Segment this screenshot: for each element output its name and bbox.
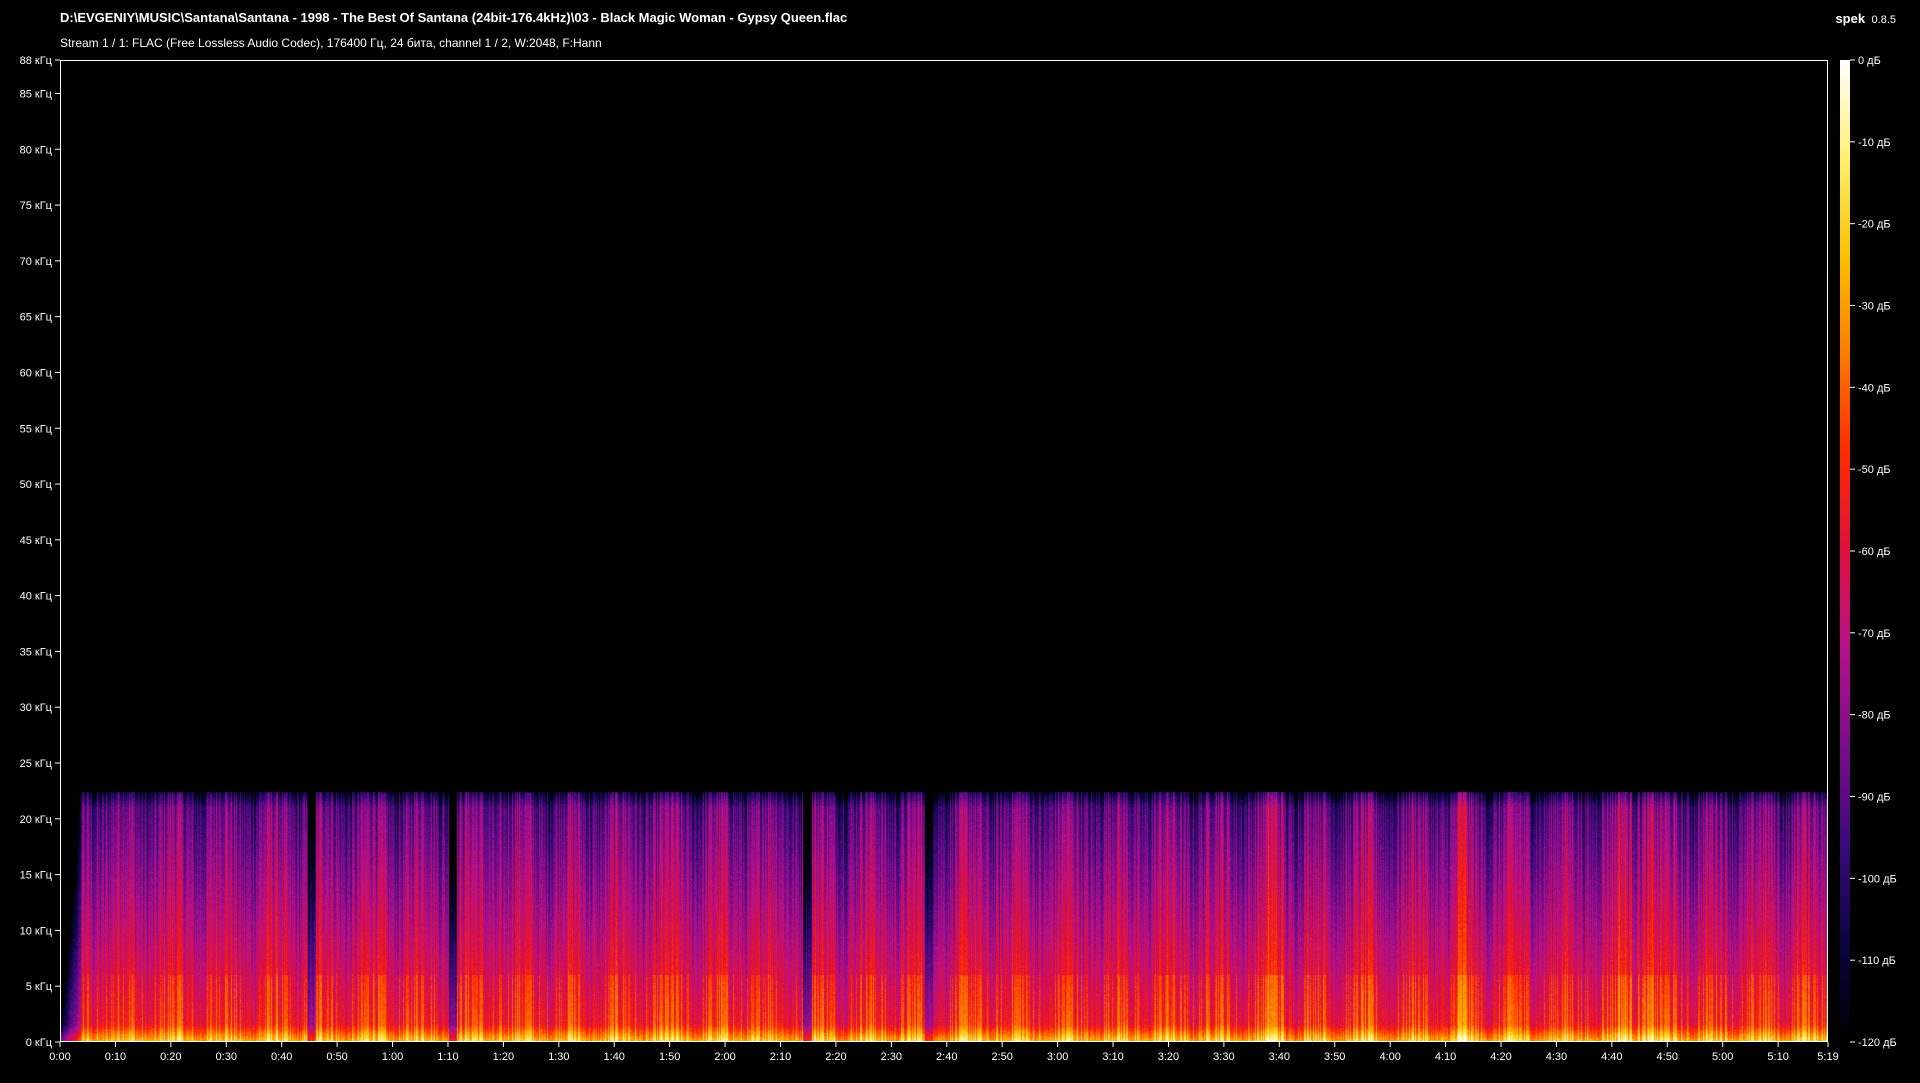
db-tick-label: 0 дБ xyxy=(1858,55,1881,67)
time-tick-label: 0:00 xyxy=(49,1051,70,1063)
frequency-tick-label: 70 кГц xyxy=(20,256,53,268)
db-tick-label: -30 дБ xyxy=(1858,301,1891,313)
frequency-tick-label: 50 кГц xyxy=(20,479,53,491)
stream-info: Stream 1 / 1: FLAC (Free Lossless Audio … xyxy=(60,36,602,50)
frequency-tick-label: 65 кГц xyxy=(20,312,53,324)
time-tick-label: 1:30 xyxy=(548,1051,569,1063)
frequency-tick-label: 80 кГц xyxy=(20,144,53,156)
app-version: 0.8.5 xyxy=(1871,14,1896,26)
time-tick-label: 5:10 xyxy=(1767,1051,1788,1063)
db-tick-label: -40 дБ xyxy=(1858,382,1891,394)
frequency-axis: 0 кГц 5 кГц 10 кГц 15 кГц 20 кГц 25 кГц 30 кГц… xyxy=(20,55,60,1049)
time-tick-label: 2:50 xyxy=(991,1051,1012,1063)
file-path-title: D:\EVGENIY\MUSIC\Santana\Santana - 1998 … xyxy=(60,10,848,25)
spek-window: D:\EVGENIY\MUSIC\Santana\Santana - 1998 … xyxy=(0,0,1920,1083)
time-tick-label: 3:30 xyxy=(1213,1051,1234,1063)
time-tick-label: 2:30 xyxy=(881,1051,902,1063)
db-tick-label: -100 дБ xyxy=(1858,873,1897,885)
frequency-tick-label: 35 кГц xyxy=(20,646,53,658)
frequency-tick-label: 40 кГц xyxy=(20,591,53,603)
app-name: spek xyxy=(1835,11,1866,26)
db-colorbar: 0 дБ -10 дБ -20 дБ -30 дБ -40 дБ -50 дБ -60 дБ… xyxy=(1840,55,1897,1049)
db-tick-label: -60 дБ xyxy=(1858,546,1891,558)
frequency-tick-label: 55 кГц xyxy=(20,423,53,435)
db-tick-label: -50 дБ xyxy=(1858,464,1891,476)
time-tick-label: 4:20 xyxy=(1490,1051,1511,1063)
time-tick-label: 4:50 xyxy=(1657,1051,1678,1063)
time-tick-label: 5:19 xyxy=(1817,1051,1838,1063)
db-tick-label: -70 дБ xyxy=(1858,628,1891,640)
time-tick-label: 0:30 xyxy=(216,1051,237,1063)
db-tick-label: -80 дБ xyxy=(1858,710,1891,722)
db-tick-label: -90 дБ xyxy=(1858,792,1891,804)
frequency-tick-label: 0 кГц xyxy=(26,1037,53,1049)
time-tick-label: 1:50 xyxy=(659,1051,680,1063)
frequency-tick-label: 5 кГц xyxy=(26,981,53,993)
frequency-tick-label: 75 кГц xyxy=(20,200,53,212)
time-tick-label: 4:10 xyxy=(1435,1051,1456,1063)
frequency-tick-label: 85 кГц xyxy=(20,88,53,100)
frequency-tick-label: 20 кГц xyxy=(20,814,53,826)
time-tick-label: 2:40 xyxy=(936,1051,957,1063)
spectrogram-canvas xyxy=(61,61,1827,1041)
time-tick-label: 0:50 xyxy=(326,1051,347,1063)
db-tick-label: -110 дБ xyxy=(1858,955,1896,967)
db-colorbar-gradient xyxy=(1840,60,1850,1042)
time-tick-label: 3:50 xyxy=(1324,1051,1345,1063)
frequency-tick-label: 10 кГц xyxy=(20,925,53,937)
time-tick-label: 4:00 xyxy=(1379,1051,1400,1063)
frequency-tick-label: 60 кГц xyxy=(20,367,53,379)
frequency-tick-label: 25 кГц xyxy=(20,758,53,770)
time-tick-label: 2:00 xyxy=(714,1051,735,1063)
time-tick-label: 2:20 xyxy=(825,1051,846,1063)
time-tick-label: 1:10 xyxy=(437,1051,458,1063)
db-tick-label: -20 дБ xyxy=(1858,219,1891,231)
time-tick-label: 1:20 xyxy=(493,1051,514,1063)
spectrogram-area[interactable] xyxy=(60,60,1828,1042)
time-tick-label: 3:20 xyxy=(1158,1051,1179,1063)
time-tick-label: 1:40 xyxy=(604,1051,625,1063)
time-tick-label: 3:40 xyxy=(1269,1051,1290,1063)
db-tick-label: -120 дБ xyxy=(1858,1037,1897,1049)
time-tick-label: 3:10 xyxy=(1102,1051,1123,1063)
app-brand: spek 0.8.5 xyxy=(1835,10,1896,28)
time-tick-label: 0:10 xyxy=(105,1051,126,1063)
time-tick-label: 4:30 xyxy=(1546,1051,1567,1063)
time-tick-label: 0:40 xyxy=(271,1051,292,1063)
time-tick-label: 5:00 xyxy=(1712,1051,1733,1063)
time-tick-label: 1:00 xyxy=(382,1051,403,1063)
time-tick-label: 0:20 xyxy=(160,1051,181,1063)
frequency-tick-label: 45 кГц xyxy=(20,535,53,547)
time-tick-label: 4:40 xyxy=(1601,1051,1622,1063)
db-tick-label: -10 дБ xyxy=(1858,137,1891,149)
frequency-tick-label: 88 кГц xyxy=(20,55,53,67)
frequency-tick-label: 15 кГц xyxy=(20,870,53,882)
time-tick-label: 3:00 xyxy=(1047,1051,1068,1063)
time-axis: 0:00 0:10 0:20 0:30 0:40 0:50 1:00 1:10 1:20 1:30… xyxy=(49,1042,1839,1063)
time-tick-label: 2:10 xyxy=(770,1051,791,1063)
frequency-tick-label: 30 кГц xyxy=(20,702,53,714)
